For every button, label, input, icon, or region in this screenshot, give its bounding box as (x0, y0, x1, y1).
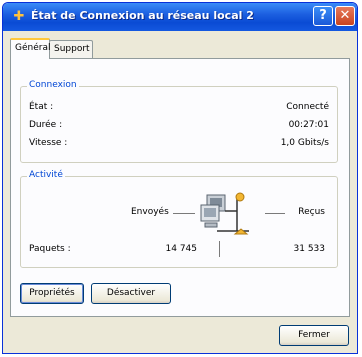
packets-received-value: 31 533 (293, 244, 326, 254)
status-value: Connecté (286, 102, 329, 112)
tab-panel-general: Connexion État : Connecté Durée : 00:27:… (10, 58, 350, 317)
duration-label: Durée : (29, 120, 63, 130)
close-window-button[interactable]: ✕ (335, 6, 355, 26)
tab-general[interactable]: Général (10, 38, 50, 59)
packets-divider (219, 241, 220, 257)
duration-value: 00:27:01 (288, 120, 329, 130)
speed-value: 1,0 Gbits/s (280, 138, 329, 148)
activity-group: Activité Envoyés Reçus Paquets : 14 745 … (20, 170, 338, 268)
packets-label: Paquets : (29, 244, 71, 254)
tab-support[interactable]: Support (49, 40, 93, 58)
activity-group-title: Activité (27, 170, 65, 180)
network-connection-icon: ✚ (13, 9, 25, 24)
status-label: État : (29, 102, 54, 112)
properties-button[interactable]: Propriétés (20, 283, 84, 304)
help-button[interactable]: ? (313, 6, 333, 26)
sent-label: Envoyés (131, 207, 169, 217)
window-title: État de Connexion au réseau local 2 (31, 9, 254, 22)
received-line (265, 213, 285, 214)
connection-group: Connexion État : Connecté Durée : 00:27:… (20, 80, 338, 163)
packets-sent-value: 14 745 (165, 244, 198, 254)
disable-button[interactable]: Désactiver (91, 283, 171, 304)
close-button[interactable]: Fermer (279, 325, 349, 346)
received-label: Reçus (298, 207, 325, 217)
connection-status-window: ✚ État de Connexion au réseau local 2 ? … (2, 2, 358, 354)
title-bar[interactable]: ✚ État de Connexion au réseau local 2 ? … (3, 3, 357, 31)
network-computers-icon (200, 192, 249, 235)
connection-group-title: Connexion (27, 80, 79, 90)
speed-label: Vitesse : (29, 138, 68, 148)
sent-line (173, 213, 195, 214)
